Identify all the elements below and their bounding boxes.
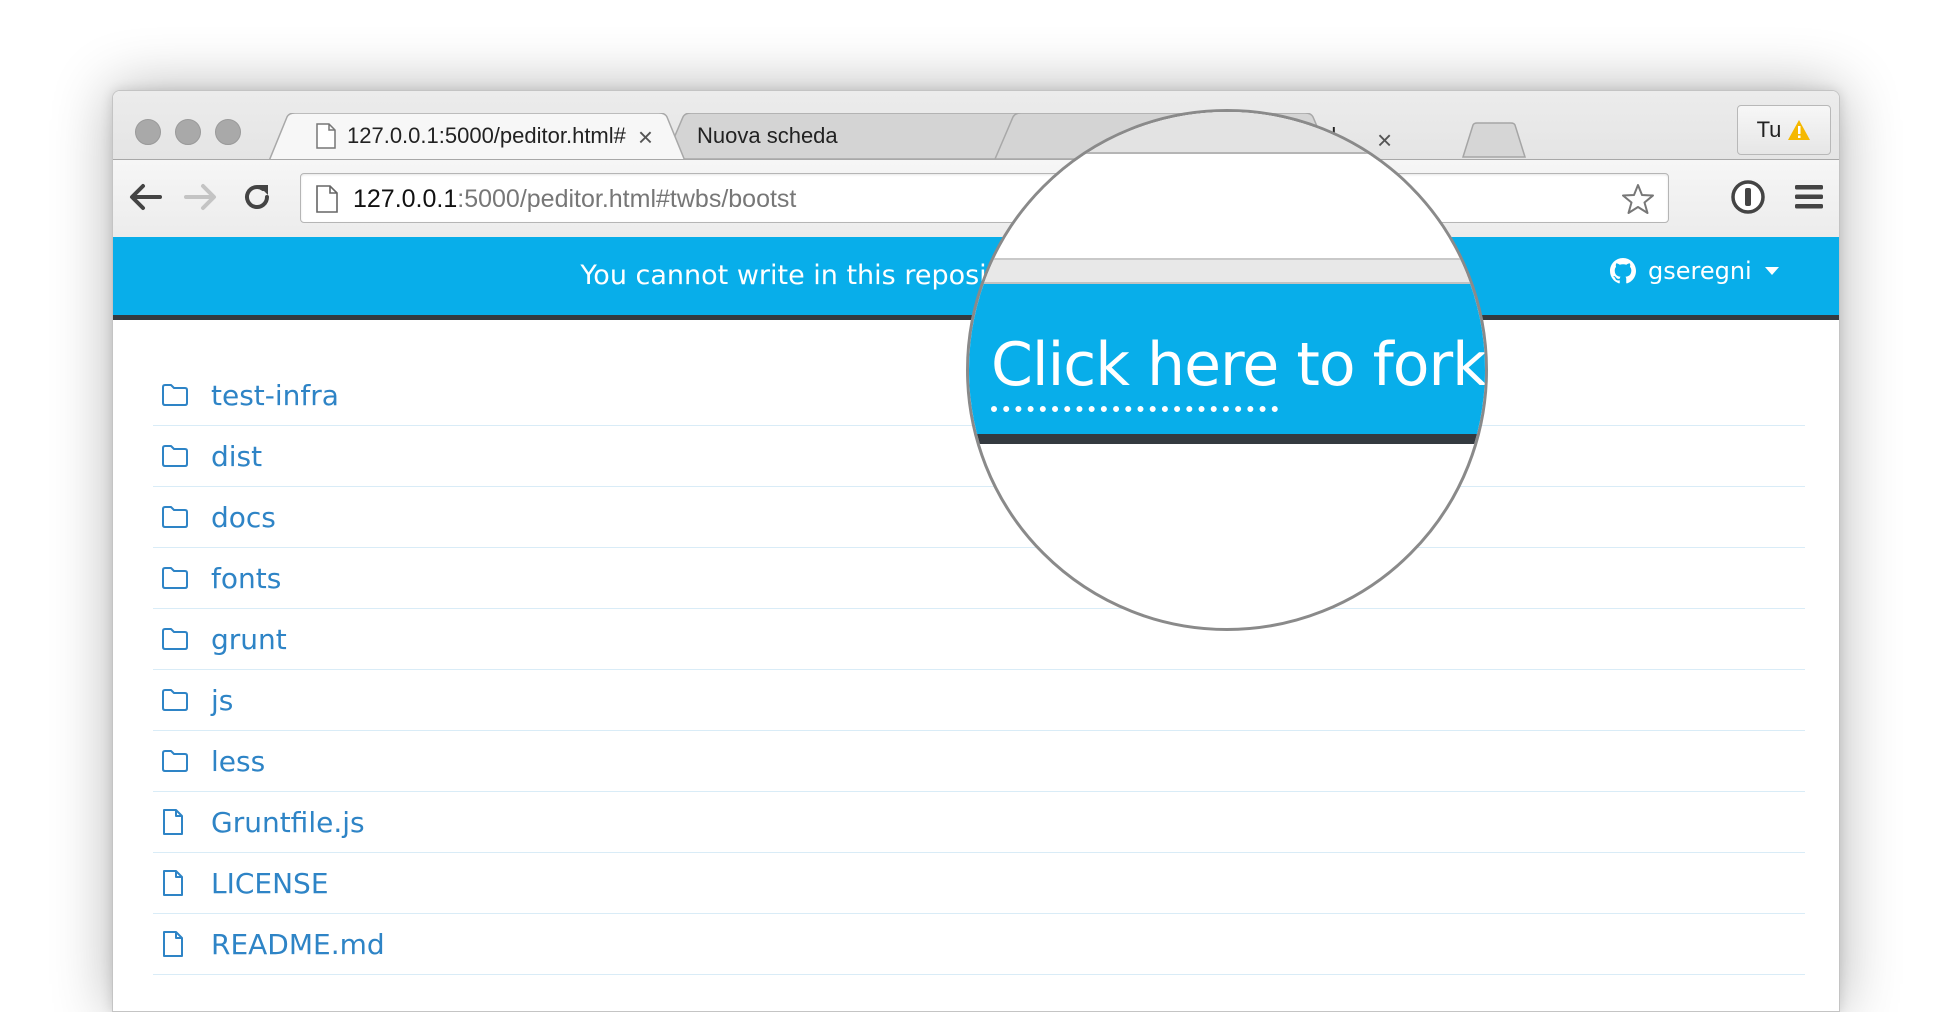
- folder-row[interactable]: docs: [153, 487, 1805, 548]
- profile-label: Tu: [1756, 117, 1782, 142]
- tab-label: Nuova scheda: [697, 123, 838, 148]
- file-icon: [163, 809, 183, 835]
- forward-button[interactable]: [181, 177, 221, 217]
- file-icon-wrap: [161, 867, 195, 899]
- magnifier-callout: Click here to fork: [966, 109, 1488, 631]
- arrow-right-icon: [184, 184, 216, 210]
- tab-close-button[interactable]: ×: [638, 122, 653, 153]
- folder-icon: [162, 445, 188, 467]
- window-zoom-light[interactable]: [215, 119, 241, 145]
- file-row[interactable]: LICENSE: [153, 853, 1805, 914]
- folder-icon: [162, 628, 188, 650]
- magnified-tabstrip: [969, 112, 1485, 154]
- profile-button[interactable]: Tu: [1737, 105, 1831, 155]
- row-label[interactable]: LICENSE: [211, 867, 329, 900]
- fork-link[interactable]: Click here to fork: [991, 330, 1486, 412]
- folder-icon: [162, 689, 188, 711]
- file-list: test-infra dist docs fonts grunt js less Gruntf…: [153, 365, 1805, 975]
- row-label[interactable]: fonts: [211, 562, 281, 595]
- folder-icon-wrap: [161, 562, 195, 594]
- row-label[interactable]: README.md: [211, 928, 385, 961]
- file-icon-wrap: [161, 806, 195, 838]
- chevron-down-icon: [1764, 267, 1779, 275]
- folder-row[interactable]: less: [153, 731, 1805, 792]
- url-path: :5000/peditor.html#twbs/bootst: [457, 185, 797, 213]
- file-row[interactable]: Gruntfile.js: [153, 792, 1805, 853]
- page-icon: [316, 185, 338, 213]
- folder-icon-wrap: [161, 379, 195, 411]
- folder-icon-wrap: [161, 440, 195, 472]
- row-label[interactable]: js: [211, 684, 233, 717]
- url-host: 127.0.0.1: [353, 185, 458, 213]
- row-label[interactable]: dist: [211, 440, 262, 473]
- back-button[interactable]: [125, 177, 165, 217]
- hamburger-menu-icon[interactable]: [1793, 183, 1825, 211]
- folder-row[interactable]: js: [153, 670, 1805, 731]
- folder-icon-wrap: [161, 623, 195, 655]
- page-icon: [316, 123, 336, 149]
- user-menu[interactable]: gseregni: [1610, 257, 1780, 285]
- file-icon: [163, 870, 183, 896]
- magnified-toolbar-edge: [969, 260, 1485, 284]
- fork-link-underlined[interactable]: Click here: [991, 330, 1279, 412]
- row-label[interactable]: docs: [211, 501, 276, 534]
- row-label[interactable]: less: [211, 745, 265, 778]
- magnified-banner-border: [969, 434, 1485, 444]
- reload-button[interactable]: [237, 177, 277, 217]
- star-icon[interactable]: [1621, 183, 1655, 215]
- row-label[interactable]: grunt: [211, 623, 287, 656]
- tab-active[interactable]: 127.0.0.1:5000/peditor.html# ×: [291, 113, 671, 159]
- window-close-light[interactable]: [135, 119, 161, 145]
- magnified-address-bar: [969, 154, 1485, 260]
- folder-icon: [162, 384, 188, 406]
- folder-icon-wrap: [161, 745, 195, 777]
- file-icon-wrap: [161, 928, 195, 960]
- folder-icon: [162, 750, 188, 772]
- fork-link-rest: to fork: [1278, 330, 1486, 400]
- browser-window: Nuova scheda ml × 127.0.0.1:5000/peditor…: [112, 90, 1840, 1012]
- username: gseregni: [1648, 257, 1752, 285]
- arrow-left-icon: [130, 184, 162, 210]
- folder-icon: [162, 567, 188, 589]
- file-row[interactable]: README.md: [153, 914, 1805, 975]
- window-minimize-light[interactable]: [175, 119, 201, 145]
- folder-icon: [162, 506, 188, 528]
- folder-row[interactable]: fonts: [153, 548, 1805, 609]
- folder-icon-wrap: [161, 501, 195, 533]
- reload-icon: [245, 185, 269, 209]
- folder-icon-wrap: [161, 684, 195, 716]
- folder-row[interactable]: grunt: [153, 609, 1805, 670]
- row-label[interactable]: test-infra: [211, 379, 339, 412]
- file-icon: [163, 931, 183, 957]
- github-icon: [1610, 258, 1636, 284]
- warning-icon: [1788, 120, 1811, 140]
- tab-label: 127.0.0.1:5000/peditor.html#: [347, 123, 626, 148]
- row-label[interactable]: Gruntfile.js: [211, 806, 365, 839]
- address-url: 127.0.0.1:5000/peditor.html#twbs/bootst: [353, 185, 796, 214]
- key-circle-icon[interactable]: [1730, 179, 1766, 215]
